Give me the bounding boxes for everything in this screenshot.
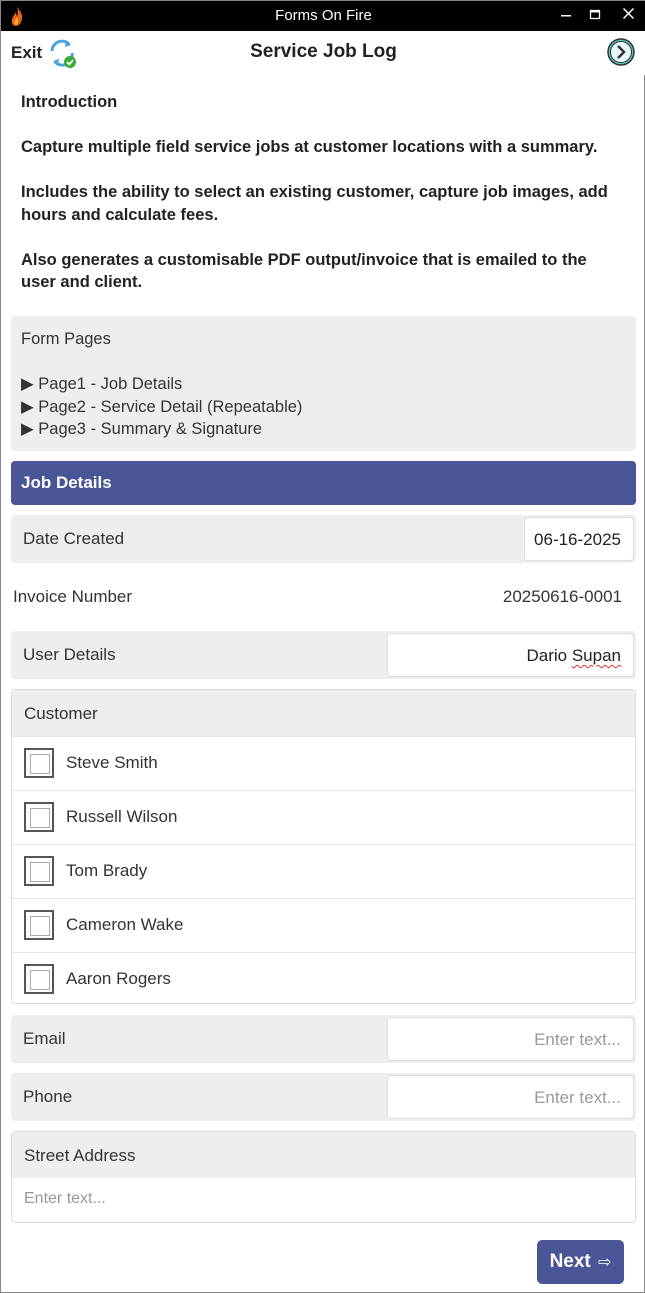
- close-window-button[interactable]: [615, 4, 641, 28]
- form-page-item: ▶ Page3 - Summary & Signature: [21, 420, 263, 438]
- customer-option[interactable]: Cameron Wake: [12, 898, 635, 952]
- date-created-field[interactable]: 06-16-2025: [524, 517, 634, 561]
- checkbox[interactable]: [24, 910, 54, 940]
- form-pages-title: Form Pages: [21, 330, 111, 348]
- user-first-name: Dario: [526, 646, 572, 665]
- section-header-job-details: Job Details: [11, 461, 636, 505]
- checkbox[interactable]: [24, 748, 54, 778]
- customer-option[interactable]: Steve Smith: [12, 736, 635, 790]
- intro-heading: Introduction: [21, 93, 118, 111]
- checkbox[interactable]: [24, 856, 54, 886]
- invoice-number-value: 20250616-0001: [502, 587, 622, 606]
- phone-input[interactable]: Enter text...: [387, 1075, 634, 1119]
- customer-option[interactable]: Tom Brady: [12, 844, 635, 898]
- email-row: Email Enter text...: [11, 1015, 636, 1063]
- email-label: Email: [23, 1029, 66, 1048]
- form-page-item: ▶ Page2 - Service Detail (Repeatable): [21, 397, 303, 416]
- introduction-text: Introduction Capture multiple field serv…: [21, 91, 626, 316]
- customer-option-label: Tom Brady: [66, 861, 148, 880]
- page-title: Service Job Log: [250, 41, 397, 62]
- intro-paragraph: Capture multiple field service jobs at c…: [21, 138, 598, 156]
- next-page-icon[interactable]: [606, 37, 636, 67]
- phone-row: Phone Enter text...: [11, 1073, 636, 1121]
- app-window: Forms On Fire Exit Service Job Log Intro…: [0, 0, 645, 1293]
- date-created-row: Date Created 06-16-2025: [11, 515, 636, 563]
- user-last-name: Supan: [571, 646, 621, 665]
- intro-paragraph: Includes the ability to select an existi…: [21, 183, 608, 224]
- street-address-input[interactable]: Enter text...: [12, 1178, 635, 1220]
- customer-option-label: Cameron Wake: [66, 915, 184, 934]
- minimize-icon: [561, 15, 571, 17]
- form-page-item: ▶ Page1 - Job Details: [21, 375, 183, 393]
- invoice-number-row: Invoice Number 20250616-0001: [11, 579, 636, 619]
- date-created-label: Date Created: [23, 529, 125, 548]
- close-icon: [622, 7, 634, 20]
- customer-field: Customer Steve Smith Russell Wilson Tom …: [11, 689, 636, 1004]
- title-bar: Forms On Fire: [1, 1, 645, 31]
- customer-option-label: Aaron Rogers: [66, 969, 171, 988]
- maximize-button[interactable]: [582, 4, 608, 28]
- user-details-field[interactable]: Dario Supan: [387, 633, 634, 677]
- email-input[interactable]: Enter text...: [387, 1017, 634, 1061]
- checkbox[interactable]: [24, 964, 54, 994]
- customer-option[interactable]: Russell Wilson: [12, 790, 635, 844]
- form-header: Exit Service Job Log: [1, 31, 645, 75]
- customer-option[interactable]: Aaron Rogers: [12, 952, 635, 1006]
- minimize-button[interactable]: [553, 4, 579, 28]
- checkbox[interactable]: [24, 802, 54, 832]
- next-button-label: Next: [549, 1251, 591, 1272]
- phone-label: Phone: [23, 1087, 73, 1106]
- intro-paragraph: Also generates a customisable PDF output…: [21, 250, 587, 292]
- user-details-label: User Details: [23, 645, 116, 664]
- customer-option-label: Steve Smith: [66, 753, 158, 772]
- invoice-number-label: Invoice Number: [13, 587, 133, 606]
- user-details-row: User Details Dario Supan: [11, 631, 636, 679]
- next-button[interactable]: Next ⇨: [537, 1240, 624, 1284]
- form-pages-panel: Form Pages ▶ Page1 - Job Details ▶ Page2…: [11, 316, 636, 451]
- window-title: Forms On Fire: [275, 7, 372, 24]
- street-address-field: Street Address Enter text...: [11, 1131, 636, 1223]
- maximize-icon: [589, 9, 601, 20]
- customer-option-label: Russell Wilson: [66, 807, 178, 826]
- customer-label: Customer: [12, 690, 635, 736]
- arrow-right-icon: ⇨: [598, 1254, 612, 1271]
- street-address-label: Street Address: [12, 1132, 635, 1178]
